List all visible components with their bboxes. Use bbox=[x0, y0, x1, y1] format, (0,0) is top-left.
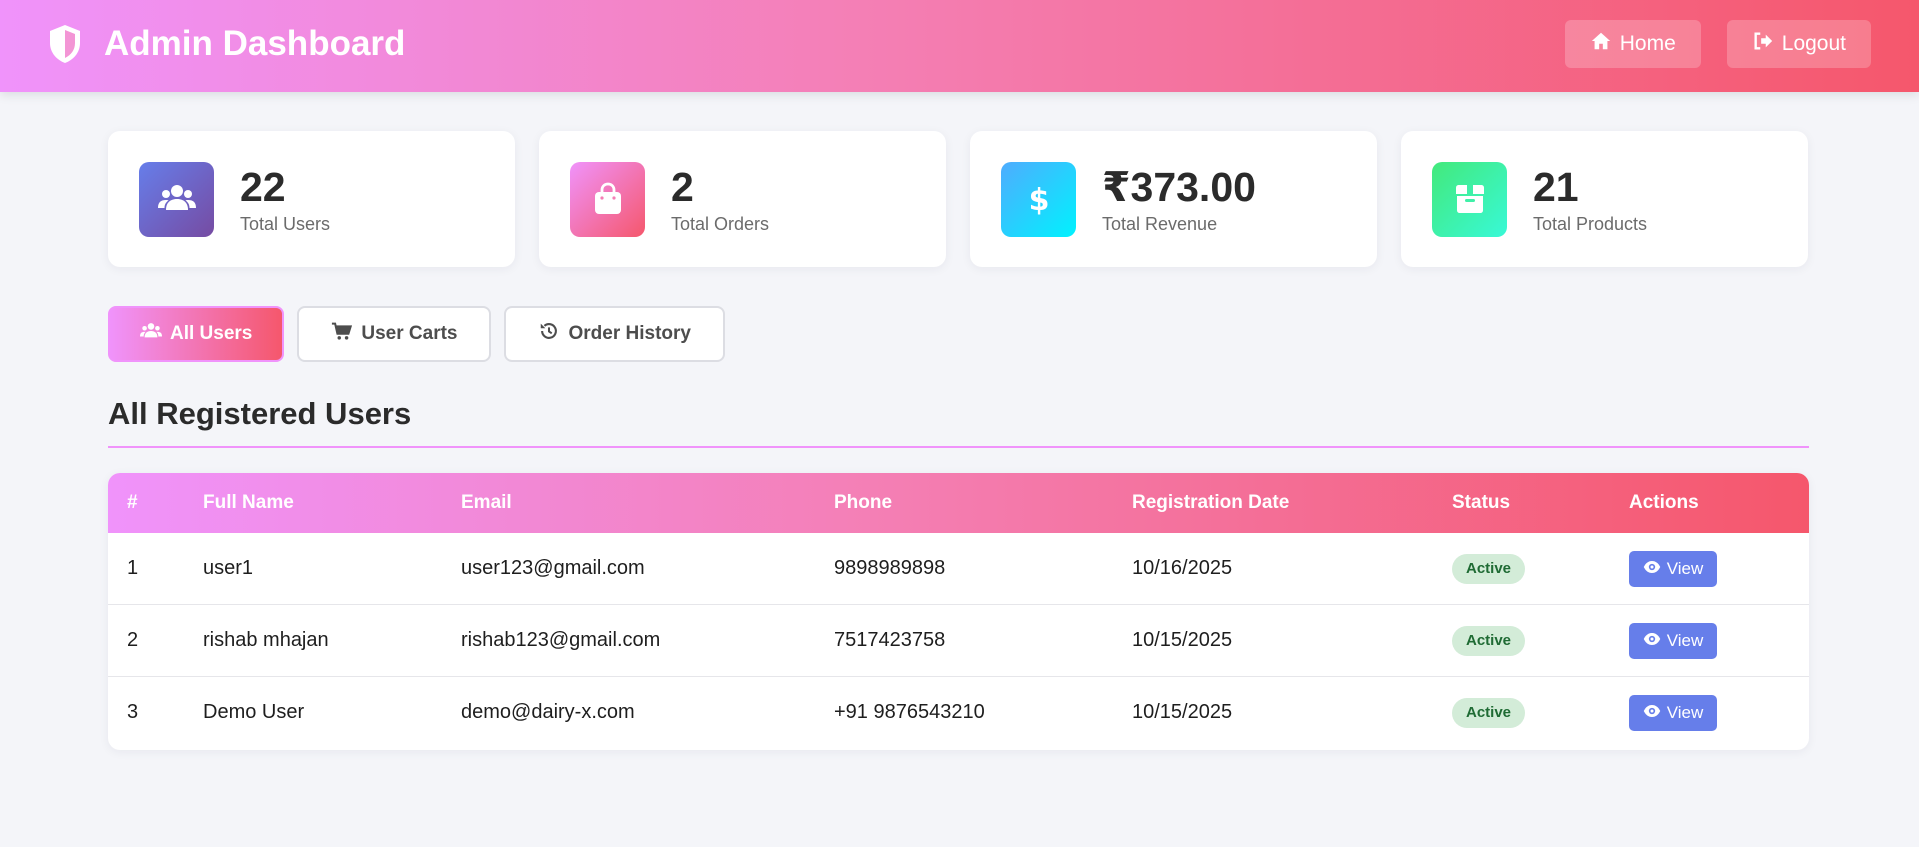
status-badge: Active bbox=[1452, 554, 1526, 584]
view-button-label: View bbox=[1666, 559, 1704, 578]
stat-label: Total Orders bbox=[671, 213, 770, 234]
column-header: Phone bbox=[834, 492, 893, 513]
tab-user-carts[interactable]: User Carts bbox=[297, 306, 492, 362]
page-title: Admin Dashboard bbox=[104, 24, 406, 63]
users-table: # Full Name Email Phone Registration Dat… bbox=[108, 473, 1809, 750]
view-button[interactable]: View bbox=[1629, 623, 1717, 659]
cell-registration-date: 10/16/2025 bbox=[1132, 557, 1233, 579]
cell-full-name: user1 bbox=[203, 557, 254, 579]
column-header: Status bbox=[1452, 492, 1511, 513]
section-divider bbox=[108, 446, 1809, 448]
stat-card-users: 22 Total Users bbox=[108, 131, 515, 267]
stat-value: 2 bbox=[671, 163, 694, 210]
table-row: 1 user1 user123@gmail.com 9898989898 10/… bbox=[108, 533, 1809, 605]
view-button[interactable]: View bbox=[1629, 551, 1717, 587]
tab-bar: All Users User Carts Order History bbox=[108, 306, 725, 362]
cart-icon bbox=[331, 320, 353, 348]
tab-all-users[interactable]: All Users bbox=[108, 306, 285, 362]
cell-email: rishab123@gmail.com bbox=[461, 629, 661, 651]
column-header: # bbox=[127, 492, 138, 513]
users-icon bbox=[140, 320, 162, 348]
view-button-label: View bbox=[1666, 631, 1704, 650]
cell-number: 3 bbox=[127, 701, 139, 723]
shopping-bag-icon bbox=[570, 161, 645, 237]
column-header: Registration Date bbox=[1132, 492, 1290, 513]
dollar-icon: $ bbox=[1001, 161, 1076, 237]
cell-phone: +91 9876543210 bbox=[834, 701, 985, 723]
cell-email: demo@dairy-x.com bbox=[461, 701, 635, 723]
users-icon bbox=[139, 161, 214, 237]
tab-label: Order History bbox=[568, 323, 691, 344]
cell-phone: 9898989898 bbox=[834, 557, 946, 579]
header-nav: Home Logout bbox=[1564, 20, 1871, 68]
table-header: # Full Name Email Phone Registration Dat… bbox=[108, 473, 1809, 533]
stat-label: Total Products bbox=[1533, 213, 1648, 234]
tab-label: User Carts bbox=[361, 323, 458, 344]
tab-label: All Users bbox=[170, 323, 253, 344]
stat-card-products: 21 Total Products bbox=[1401, 131, 1808, 267]
home-icon bbox=[1590, 30, 1612, 58]
table-row: 3 Demo User demo@dairy-x.com +91 9876543… bbox=[108, 677, 1809, 749]
stat-label: Total Users bbox=[240, 213, 331, 234]
stat-label: Total Revenue bbox=[1102, 213, 1218, 234]
stat-card-orders: 2 Total Orders bbox=[539, 131, 946, 267]
eye-icon bbox=[1643, 702, 1661, 725]
cell-email: user123@gmail.com bbox=[461, 557, 645, 579]
shield-icon bbox=[48, 24, 82, 64]
history-icon bbox=[538, 320, 560, 348]
stat-value: 21 bbox=[1533, 163, 1579, 210]
home-button-label: Home bbox=[1619, 32, 1676, 55]
eye-icon bbox=[1643, 558, 1661, 581]
view-button[interactable]: View bbox=[1629, 695, 1717, 731]
section-title: All Registered Users bbox=[108, 396, 412, 431]
cell-number: 1 bbox=[127, 557, 139, 579]
stats-row: 22 Total Users 2 Total Orders $ ₹373.00 … bbox=[108, 131, 1808, 267]
cell-registration-date: 10/15/2025 bbox=[1132, 629, 1233, 651]
top-header: Admin Dashboard Home Logout bbox=[0, 0, 1919, 92]
brand: Admin Dashboard bbox=[48, 22, 405, 66]
column-header: Full Name bbox=[203, 492, 294, 513]
column-header: Actions bbox=[1629, 492, 1699, 513]
column-header: Email bbox=[461, 492, 512, 513]
cell-full-name: Demo User bbox=[203, 701, 305, 723]
status-badge: Active bbox=[1452, 698, 1526, 728]
logout-button[interactable]: Logout bbox=[1726, 20, 1871, 68]
table-row: 2 rishab mhajan rishab123@gmail.com 7517… bbox=[108, 605, 1809, 677]
view-button-label: View bbox=[1666, 703, 1704, 722]
cell-number: 2 bbox=[127, 629, 139, 651]
stat-value: ₹373.00 bbox=[1102, 163, 1256, 210]
home-button[interactable]: Home bbox=[1564, 20, 1701, 68]
logout-icon bbox=[1752, 30, 1774, 58]
cell-registration-date: 10/15/2025 bbox=[1132, 701, 1233, 723]
stat-value: 22 bbox=[240, 163, 286, 210]
eye-icon bbox=[1643, 630, 1661, 653]
status-badge: Active bbox=[1452, 626, 1526, 656]
stat-card-revenue: $ ₹373.00 Total Revenue bbox=[970, 131, 1377, 267]
box-icon bbox=[1432, 161, 1507, 237]
tab-order-history[interactable]: Order History bbox=[504, 306, 725, 362]
cell-phone: 7517423758 bbox=[834, 629, 946, 651]
cell-full-name: rishab mhajan bbox=[203, 629, 329, 651]
logout-button-label: Logout bbox=[1781, 32, 1846, 55]
svg-text:$: $ bbox=[1028, 183, 1049, 218]
